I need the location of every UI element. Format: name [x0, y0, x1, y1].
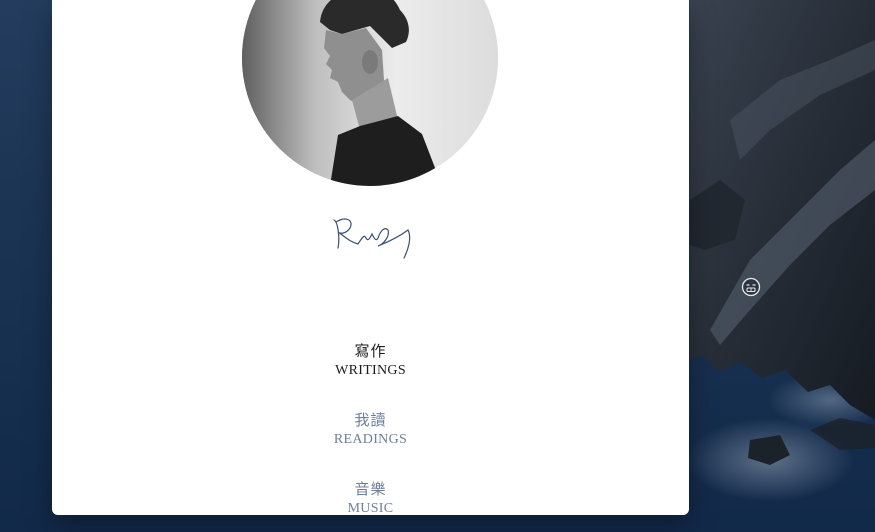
- nav-readings-zh: 我讀: [354, 413, 387, 429]
- nav-music-en: MUSIC: [347, 501, 394, 515]
- face-badge-icon[interactable]: [741, 277, 761, 297]
- nav-item-music[interactable]: 音樂 MUSIC: [52, 480, 689, 515]
- wallpaper-cliff: [690, 0, 875, 532]
- nav-item-writings[interactable]: 寫作 WRITINGS: [52, 342, 689, 380]
- content-window: 寫作 WRITINGS 我讀 READINGS 音樂 MUSIC: [52, 0, 689, 515]
- profile-avatar: [242, 0, 498, 186]
- nav-item-readings[interactable]: 我讀 READINGS: [52, 411, 689, 449]
- nav-music-zh: 音樂: [354, 482, 387, 498]
- nav-readings-en: READINGS: [333, 432, 408, 447]
- nav-writings-en: WRITINGS: [335, 363, 406, 378]
- handwritten-signature-icon: [328, 208, 418, 264]
- nav-writings-zh: 寫作: [354, 344, 387, 360]
